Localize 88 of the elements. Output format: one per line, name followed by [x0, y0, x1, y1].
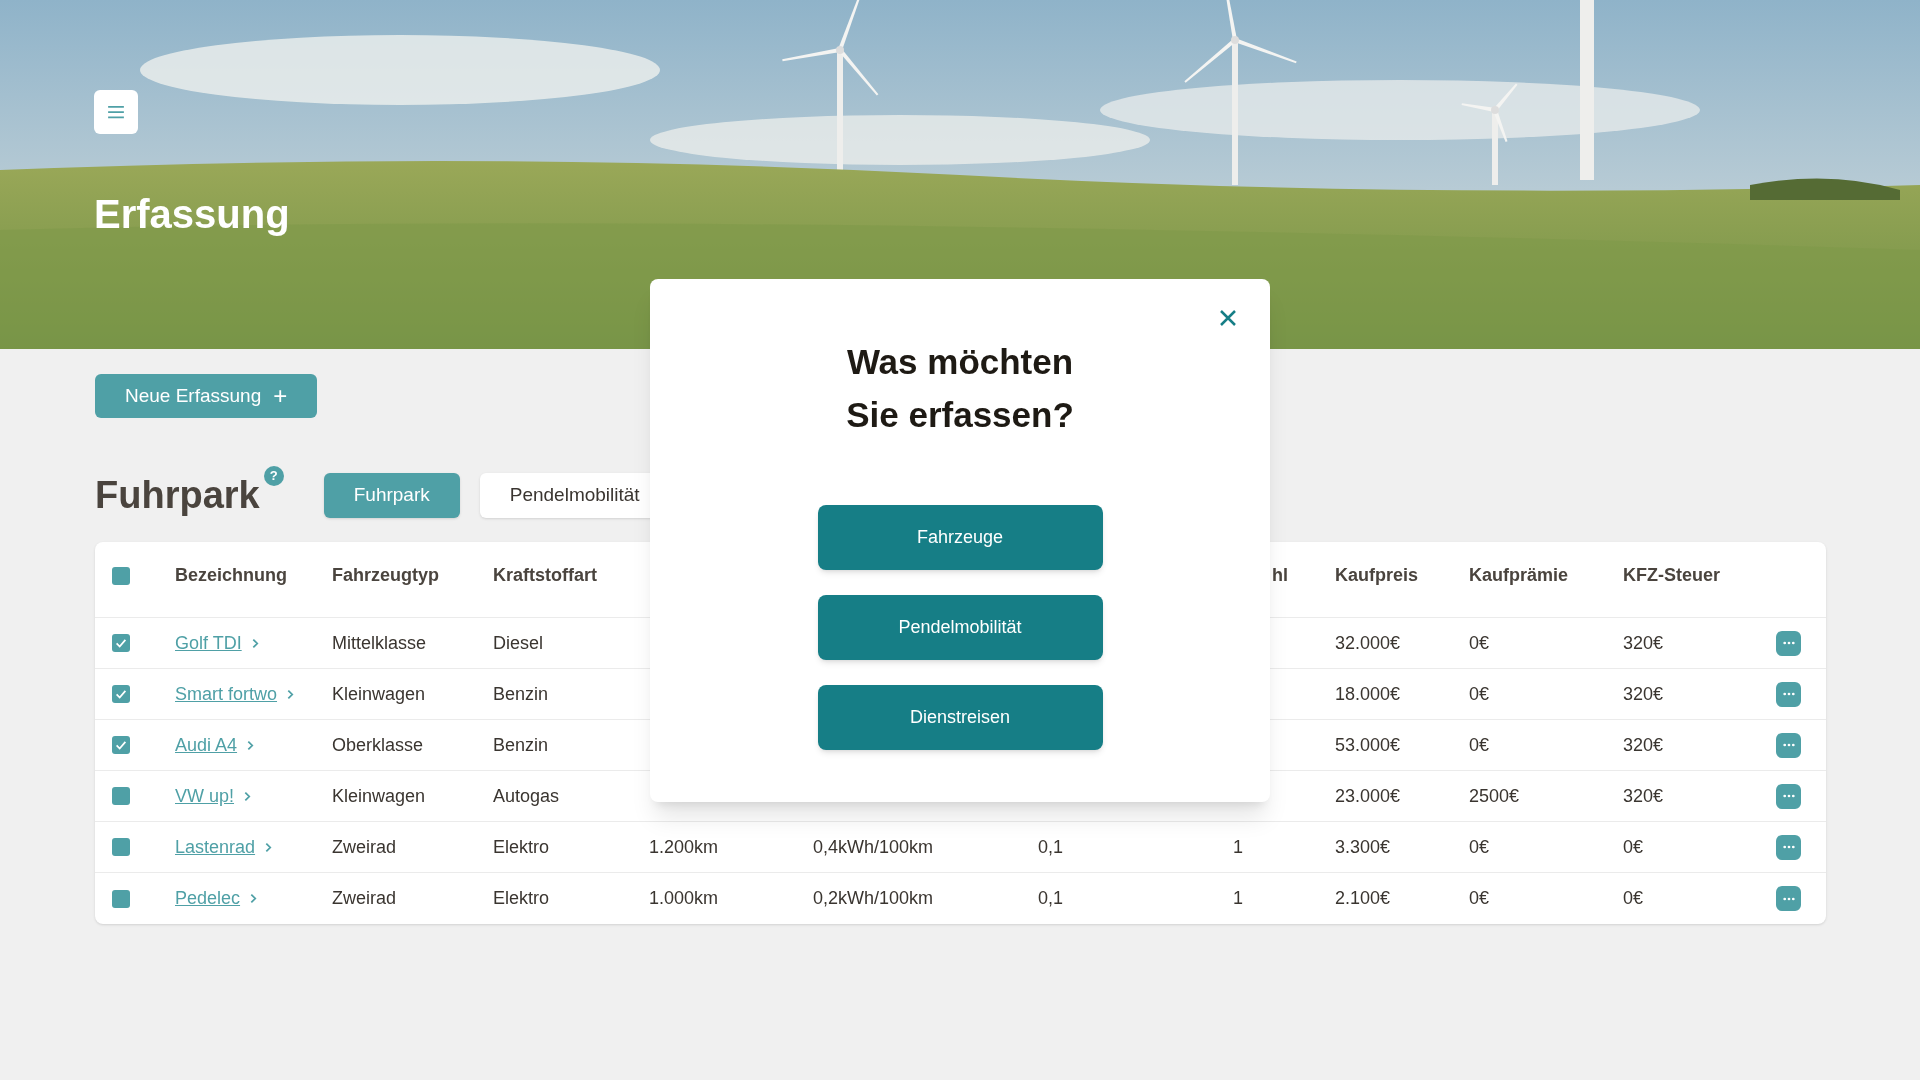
more-button[interactable]	[1776, 886, 1801, 911]
checkbox[interactable]	[112, 787, 130, 805]
checkbox[interactable]	[112, 889, 130, 908]
chevron-right-icon	[265, 841, 273, 853]
checkbox[interactable]	[112, 685, 130, 703]
column-header: Kraftstoffart	[493, 565, 597, 585]
table-cell: 320€	[1623, 785, 1664, 806]
more-button[interactable]	[1776, 834, 1801, 860]
close-icon	[1218, 308, 1238, 328]
table-cell: Mittelklasse	[332, 632, 427, 653]
option-button[interactable]: Fahrzeuge	[817, 505, 1103, 570]
checkbox[interactable]	[112, 634, 130, 652]
table-cell: 0,1	[1038, 888, 1064, 908]
table-cell: 0€	[1469, 632, 1490, 653]
table-cell: 32.000€	[1335, 632, 1401, 653]
table-cell: 0,4kWh/100km	[813, 836, 934, 857]
column-header: Fahrzeugtyp	[332, 565, 439, 585]
table-cell: 320€	[1623, 632, 1664, 653]
column-header: hl	[1272, 565, 1288, 585]
more-icon	[1782, 794, 1795, 798]
section-title: Fuhrpark	[95, 472, 260, 518]
more-button[interactable]	[1776, 681, 1801, 707]
column-header: Bezeichnung	[175, 565, 287, 585]
vehicle-link[interactable]: VW up!	[175, 782, 235, 810]
table-cell: 23.000€	[1335, 785, 1401, 806]
column-header: Kaufpreis	[1335, 565, 1419, 585]
table-cell: 1	[1233, 836, 1243, 857]
vehicle-link[interactable]: Golf TDI	[175, 629, 242, 657]
menu-button[interactable]	[94, 90, 138, 134]
more-button[interactable]	[1776, 630, 1801, 656]
chevron-right-icon	[287, 688, 295, 700]
table-cell: 0€	[1469, 836, 1490, 857]
table-cell: 2.100€	[1335, 888, 1391, 908]
table-cell: Diesel	[493, 632, 544, 653]
column-header: Kaufprämie	[1469, 565, 1569, 585]
more-button[interactable]	[1776, 732, 1801, 758]
chevron-right-icon	[244, 790, 252, 802]
table-cell: Elektro	[493, 888, 550, 908]
table-cell: 0€	[1623, 836, 1644, 857]
new-entry-button[interactable]: Neue Erfassung +	[95, 374, 318, 418]
table-cell: Elektro	[493, 836, 550, 857]
vehicle-link[interactable]: Audi A4	[175, 731, 238, 759]
table-cell: Autogas	[493, 785, 560, 806]
table-cell: 320€	[1623, 734, 1664, 755]
table-cell: Zweirad	[332, 888, 397, 908]
table-cell: 320€	[1623, 683, 1664, 704]
option-button[interactable]: Pendelmobilität	[817, 595, 1103, 660]
table-cell: 53.000€	[1335, 734, 1401, 755]
table-cell: Kleinwagen	[332, 683, 426, 704]
vehicle-link[interactable]: Pedelec	[175, 885, 241, 912]
more-icon	[1782, 845, 1795, 849]
more-icon	[1782, 743, 1795, 747]
table-cell: 2500€	[1469, 785, 1520, 806]
dialog-title: Was möchten Sie erfassen?	[846, 341, 1074, 436]
checkbox[interactable]	[112, 567, 130, 585]
table-cell: 1.200km	[649, 836, 719, 857]
menu-icon	[107, 105, 125, 119]
option-button[interactable]: Dienstreisen	[817, 685, 1103, 750]
table-cell: Zweirad	[332, 836, 397, 857]
table-cell: 18.000€	[1335, 683, 1401, 704]
table-cell: Kleinwagen	[332, 785, 426, 806]
more-icon	[1782, 896, 1795, 901]
table-cell: 0€	[1469, 734, 1490, 755]
checkbox[interactable]	[112, 838, 130, 856]
table-cell: 1	[1233, 888, 1243, 908]
chevron-right-icon	[247, 739, 255, 751]
table-cell: 3.300€	[1335, 836, 1391, 857]
more-icon	[1782, 692, 1795, 696]
chevron-right-icon	[251, 637, 259, 649]
table-cell: Oberklasse	[332, 734, 424, 755]
chevron-right-icon	[250, 893, 258, 904]
table-cell: 0€	[1623, 888, 1644, 908]
more-button[interactable]	[1776, 783, 1801, 809]
table-cell: 0,1	[1038, 836, 1064, 857]
page-title: Erfassung	[94, 191, 290, 238]
help-icon[interactable]: ?	[263, 466, 284, 486]
table-cell: Benzin	[493, 683, 549, 704]
vehicle-link[interactable]: Lastenrad	[175, 833, 256, 861]
table-cell: 0€	[1469, 888, 1490, 908]
vehicle-link[interactable]: Smart fortwo	[175, 680, 278, 708]
checkbox[interactable]	[112, 736, 130, 754]
column-header: KFZ-Steuer	[1623, 565, 1720, 585]
more-icon	[1782, 641, 1795, 645]
table-cell: Benzin	[493, 734, 549, 755]
table-cell: 0,2kWh/100km	[813, 888, 934, 908]
table-cell: 1.000km	[649, 888, 719, 908]
tab[interactable]: Fuhrpark	[323, 472, 460, 518]
table-cell: 0€	[1469, 683, 1490, 704]
